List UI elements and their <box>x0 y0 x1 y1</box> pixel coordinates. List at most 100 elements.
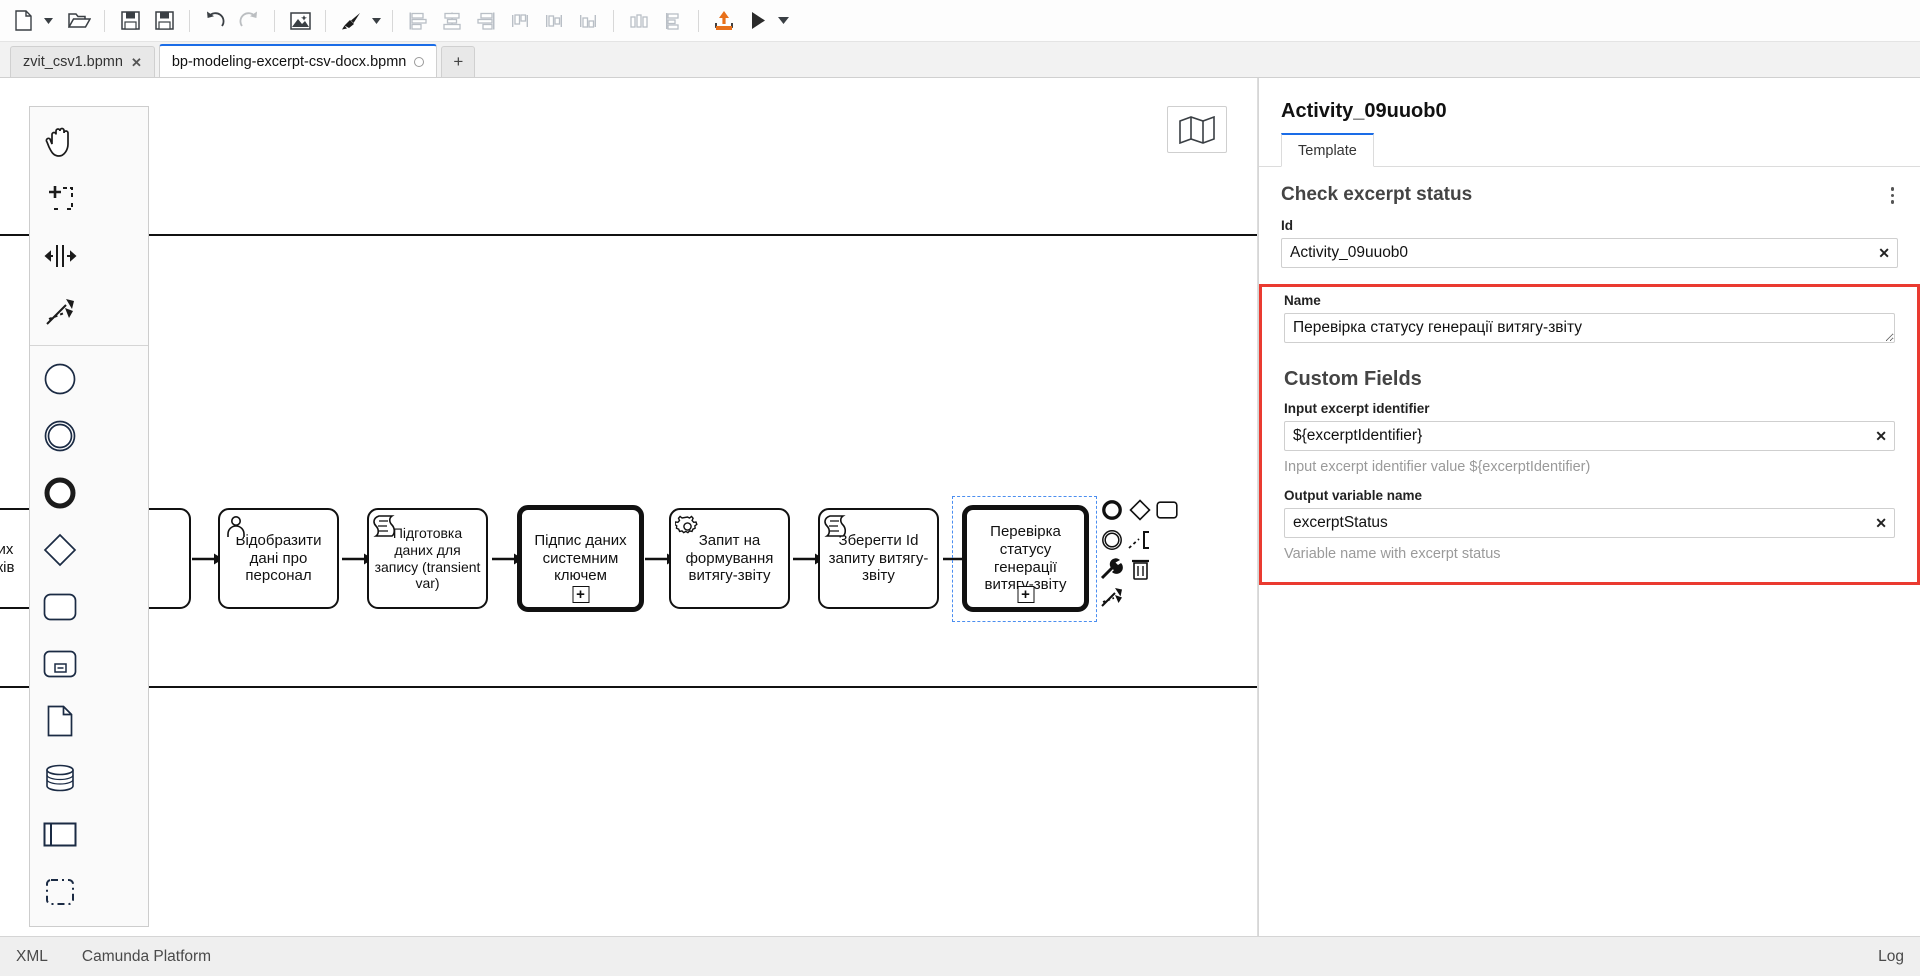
change-element-type-button[interactable] <box>1098 555 1126 583</box>
distribute-horizontal-button[interactable] <box>622 5 656 37</box>
output-variable-name-input[interactable] <box>1284 508 1895 539</box>
tab-bar: zvit_csv1.bpmn ✕ bp-modeling-excerpt-csv… <box>0 42 1920 78</box>
create-group-button[interactable] <box>30 863 90 920</box>
align-top-icon <box>512 13 528 27</box>
call-activity-marker: + <box>1017 586 1034 603</box>
tab-template[interactable]: Template <box>1281 133 1374 167</box>
toolbar-divider <box>104 9 105 32</box>
align-center-vertical-button[interactable] <box>435 5 469 37</box>
engine-profile-button[interactable]: Camunda Platform <box>82 948 211 966</box>
tab-zvit-csv1[interactable]: zvit_csv1.bpmn ✕ <box>10 46 155 77</box>
tab-label: bp-modeling-excerpt-csv-docx.bpmn <box>171 53 407 70</box>
create-end-event-button[interactable] <box>30 464 90 521</box>
run-caret[interactable] <box>775 5 791 37</box>
lasso-tool-button[interactable] <box>30 170 90 227</box>
group-dashed-icon <box>46 878 74 905</box>
create-start-event-button[interactable] <box>30 350 90 407</box>
create-subprocess-button[interactable] <box>30 635 90 692</box>
name-input[interactable] <box>1284 312 1895 343</box>
create-task-button[interactable] <box>30 578 90 635</box>
save-diagram-button[interactable] <box>113 5 147 37</box>
new-diagram-caret[interactable] <box>40 5 56 37</box>
save-as-diagram-button[interactable] <box>147 5 181 37</box>
new-diagram-button[interactable] <box>6 5 40 37</box>
global-connect-tool-button[interactable] <box>30 284 90 341</box>
id-input[interactable] <box>1281 237 1898 268</box>
create-gateway-button[interactable] <box>30 521 90 578</box>
properties-panel-toggle[interactable]: Properties Panel <box>1258 358 1259 484</box>
align-top-button[interactable] <box>503 5 537 37</box>
align-bottom-icon <box>580 14 596 28</box>
append-intermediate-event-button[interactable] <box>1098 526 1126 554</box>
new-tab-button[interactable]: + <box>441 46 476 77</box>
log-button[interactable]: Log <box>1878 948 1904 965</box>
connect-element-button[interactable] <box>1098 584 1126 612</box>
page-title: Activity_09uuob0 <box>1281 100 1447 122</box>
main-area: ихків каія Відобразити дані про персонал <box>0 78 1920 936</box>
image-export-icon <box>289 11 311 30</box>
script-task-icon <box>373 515 396 537</box>
toolbar-divider <box>698 9 699 32</box>
run-button[interactable] <box>741 5 775 37</box>
bpmn-task-save-request-id[interactable]: Зберегти Id запиту витягу-звіту <box>818 508 939 609</box>
distribute-vertical-button[interactable] <box>656 5 690 37</box>
undo-button[interactable] <box>198 5 232 37</box>
clear-output-variable-name-icon[interactable]: ✕ <box>1875 516 1887 530</box>
hand-tool-button[interactable] <box>30 113 90 170</box>
input-excerpt-identifier-input[interactable] <box>1284 420 1895 451</box>
properties-body: Check excerpt status Id ✕ <box>1259 167 1920 936</box>
create-intermediate-event-button[interactable] <box>30 407 90 464</box>
call-activity-marker: + <box>572 586 589 603</box>
toolbar-divider <box>392 9 393 32</box>
toolbar-divider <box>613 9 614 32</box>
append-task-button[interactable] <box>1153 496 1181 524</box>
bpmn-task-display-personnel-data[interactable]: Відобразити дані про персонал <box>218 508 339 609</box>
chevron-down-icon <box>777 17 789 24</box>
bpmn-task-label: Перевірка статусу генерації витягу-звіту <box>984 523 1067 594</box>
append-text-annotation-button[interactable] <box>1126 526 1154 554</box>
gateway-diamond-icon <box>1129 499 1151 521</box>
toolbar-divider <box>325 9 326 32</box>
input-excerpt-identifier-hint: Input excerpt identifier value ${excerpt… <box>1284 458 1591 475</box>
app-window: zvit_csv1.bpmn ✕ bp-modeling-excerpt-csv… <box>0 0 1920 976</box>
bpmn-task-prepare-data-for-record[interactable]: Підготовка даних для запису (transient v… <box>367 508 488 609</box>
space-tool-button[interactable] <box>30 227 90 284</box>
deploy-upload-icon <box>715 11 733 30</box>
export-image-button[interactable] <box>283 5 317 37</box>
bpmn-canvas[interactable]: ихків каія Відобразити дані про персонал <box>0 78 1258 936</box>
append-gateway-button[interactable] <box>1126 496 1154 524</box>
deploy-button[interactable] <box>707 5 741 37</box>
align-middle-icon <box>546 14 562 27</box>
tab-bp-modeling-excerpt[interactable]: bp-modeling-excerpt-csv-docx.bpmn <box>158 44 438 77</box>
create-data-store-button[interactable] <box>30 749 90 806</box>
redo-icon <box>239 11 257 27</box>
hand-icon <box>45 127 69 157</box>
close-icon[interactable]: ✕ <box>131 56 142 69</box>
bpmn-task-sign-data-system-key[interactable]: Підпис даних системним ключем + <box>517 505 644 612</box>
align-bottom-button[interactable] <box>571 5 605 37</box>
clear-id-icon[interactable]: ✕ <box>1878 246 1890 260</box>
create-participant-button[interactable] <box>30 806 90 863</box>
minimap-toggle-button[interactable] <box>1167 106 1227 153</box>
align-right-button[interactable] <box>469 5 503 37</box>
connect-arrow-icon <box>45 299 74 325</box>
align-middle-button[interactable] <box>537 5 571 37</box>
clear-input-excerpt-identifier-icon[interactable]: ✕ <box>1875 429 1887 443</box>
template-options-menu[interactable] <box>1887 183 1899 208</box>
input-excerpt-identifier-label: Input excerpt identifier <box>1284 400 1430 416</box>
distribute-vertical-icon <box>666 12 679 30</box>
color-picker-button[interactable] <box>334 5 368 37</box>
create-data-object-button[interactable] <box>30 692 90 749</box>
save-as-icon <box>154 11 174 30</box>
bpmn-task-request-excerpt-generation[interactable]: Запит на формування витягу-звіту <box>669 508 790 609</box>
open-diagram-button[interactable] <box>62 5 96 37</box>
redo-button[interactable] <box>232 5 266 37</box>
xml-button[interactable]: XML <box>16 948 48 966</box>
delete-element-button[interactable] <box>1126 555 1154 583</box>
color-picker-caret[interactable] <box>368 5 384 37</box>
align-left-button[interactable] <box>401 5 435 37</box>
bpmn-task-check-excerpt-status[interactable]: Перевірка статусу генерації витягу-звіту… <box>962 505 1089 612</box>
align-right-icon <box>477 12 495 30</box>
unsaved-indicator-icon <box>414 56 425 67</box>
append-end-event-button[interactable] <box>1098 496 1126 524</box>
